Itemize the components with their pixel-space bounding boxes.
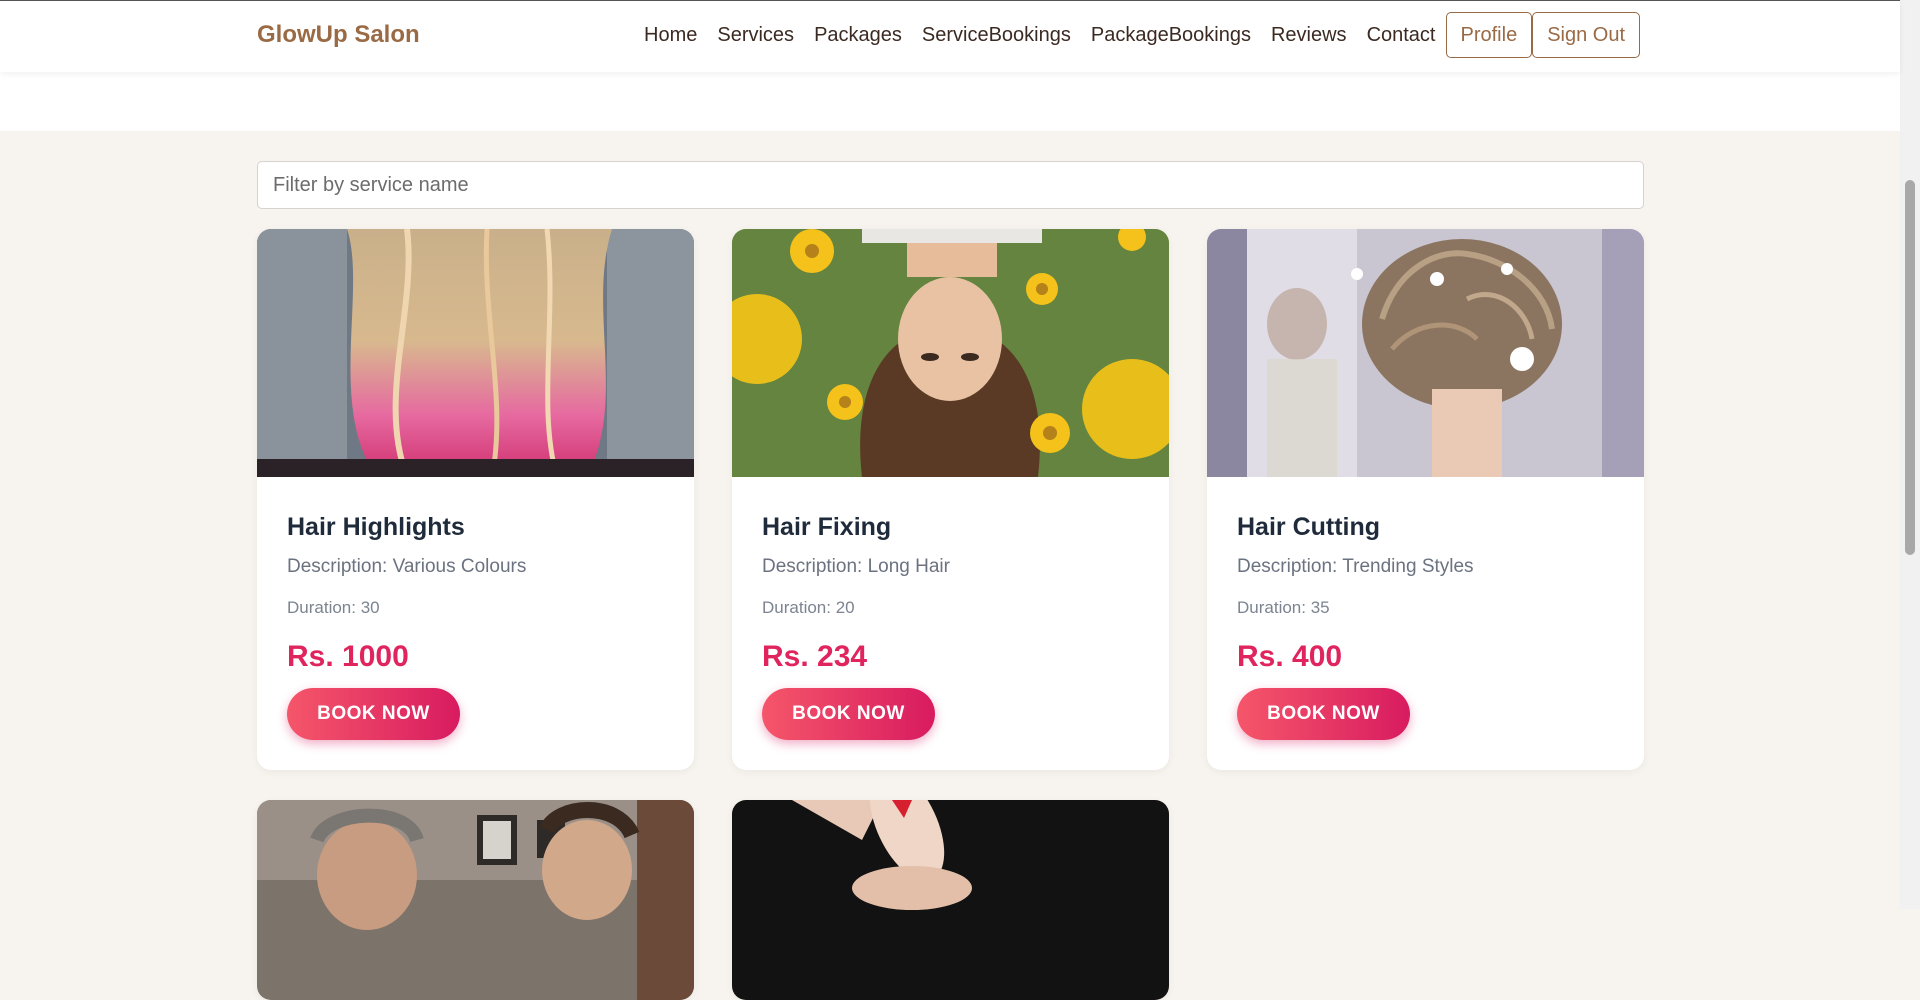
service-image-barber [257,800,694,1000]
service-duration: Duration: 30 [287,598,380,617]
nav-contact[interactable]: Contact [1357,11,1446,59]
book-now-button[interactable]: BOOK NOW [287,688,460,740]
service-price: Rs. 1000 [287,640,409,673]
sign-out-button[interactable]: Sign Out [1532,12,1641,58]
scrollbar-thumb[interactable] [1905,180,1915,555]
service-description: Description: Long Hair [762,556,950,577]
nav-services[interactable]: Services [707,11,804,59]
service-description: Description: Trending Styles [1237,556,1474,577]
profile-button[interactable]: Profile [1445,12,1533,58]
nav-service-bookings[interactable]: ServiceBookings [912,11,1081,59]
service-image-hair-fixing [732,229,1169,477]
service-duration: Duration: 35 [1237,598,1330,617]
service-price: Rs. 234 [762,640,868,673]
nav-package-bookings[interactable]: PackageBookings [1081,11,1261,59]
service-title: Hair Cutting [1237,513,1381,541]
header-strip [0,71,1900,131]
service-card [732,800,1169,1000]
service-duration: Duration: 20 [762,598,855,617]
service-card: Hair Cutting Description: Trending Style… [1207,229,1644,770]
nav-home[interactable]: Home [634,11,707,59]
service-card: Hair Fixing Description: Long Hair Durat… [732,229,1169,770]
book-now-button[interactable]: BOOK NOW [762,688,935,740]
service-price: Rs. 400 [1237,640,1343,673]
service-description: Description: Various Colours [287,556,527,577]
navbar: GlowUp Salon Home Services Packages Serv… [0,0,1900,72]
scrollbar[interactable] [1900,0,1920,909]
service-filter-input[interactable] [257,161,1644,209]
service-title: Hair Highlights [287,513,465,541]
brand-logo[interactable]: GlowUp Salon [257,21,420,49]
nav-packages[interactable]: Packages [804,11,912,59]
book-now-button[interactable]: BOOK NOW [1237,688,1410,740]
service-image-hair-highlights [257,229,694,477]
service-image-nails [732,800,1169,1000]
service-card: Hair Highlights Description: Various Col… [257,229,694,770]
service-image-hair-cutting [1207,229,1644,477]
service-card [257,800,694,1000]
nav-reviews[interactable]: Reviews [1261,11,1357,59]
service-title: Hair Fixing [762,513,892,541]
nav-links: Home Services Packages ServiceBookings P… [634,11,1641,59]
